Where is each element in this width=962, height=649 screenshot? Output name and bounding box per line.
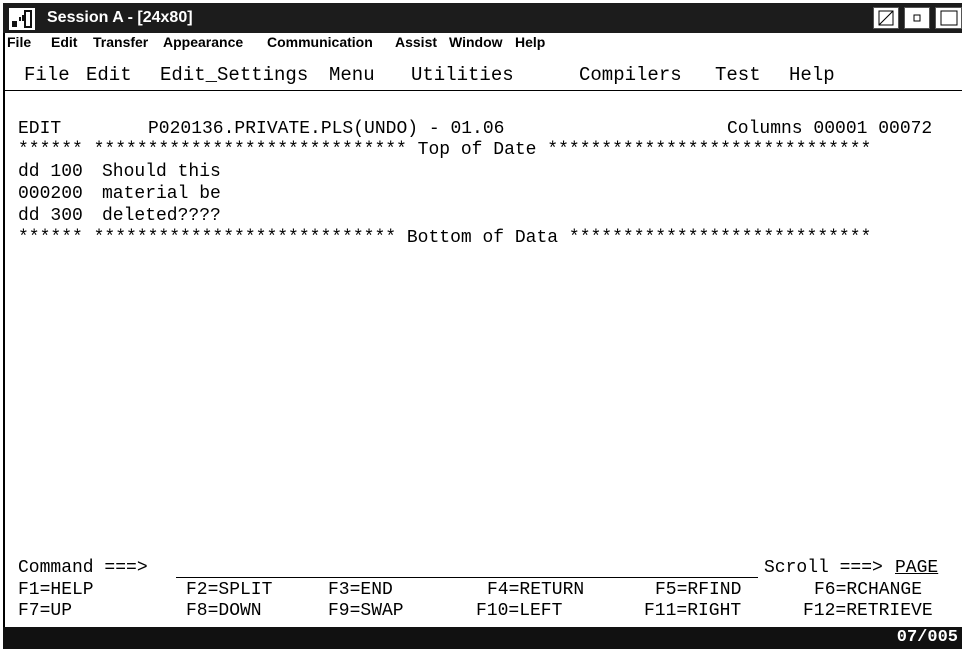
window-title: Session A - [24x80] [47, 9, 193, 26]
maximize-button[interactable] [935, 7, 962, 29]
cursor-position: 07/005 [896, 628, 958, 647]
restore-button[interactable] [904, 7, 930, 29]
ispf-action-bar: File Edit Edit_Settings Menu Utilities C… [5, 52, 962, 91]
line-prefix[interactable]: 000200 [18, 184, 83, 204]
minimize-button[interactable] [873, 7, 899, 29]
dataset-name: P020136.PRIVATE.PLS(UNDO) - 01.06 [148, 119, 505, 139]
fkey-f7[interactable]: F7=UP [18, 601, 72, 621]
ispf-menu-edit-settings[interactable]: Edit_Settings [160, 64, 308, 86]
ispf-menu-test[interactable]: Test [715, 64, 761, 86]
fkey-f3[interactable]: F3=END [328, 580, 393, 600]
title-bar: Session A - [24x80] [3, 3, 962, 33]
columns-indicator: Columns 00001 00072 [727, 119, 933, 139]
fkey-f12[interactable]: F12=RETRIEVE [803, 601, 933, 621]
fkey-f4[interactable]: F4=RETURN [487, 580, 584, 600]
app-menu-bar: File Edit Transfer Appearance Communicat… [5, 34, 962, 52]
menu-help[interactable]: Help [515, 34, 545, 50]
scroll-label: Scroll ===> [764, 558, 883, 578]
command-label: Command ===> [18, 558, 148, 578]
fkey-f8[interactable]: F8=DOWN [186, 601, 262, 621]
command-input-underline [176, 577, 758, 578]
menu-communication[interactable]: Communication [267, 34, 373, 50]
terminal-frame [3, 3, 962, 649]
fkey-f1[interactable]: F1=HELP [18, 580, 94, 600]
ispf-menu-menu[interactable]: Menu [329, 64, 375, 86]
status-bar: 07/005 [3, 627, 962, 649]
fkey-f5[interactable]: F5=RFIND [655, 580, 741, 600]
menu-appearance[interactable]: Appearance [163, 34, 243, 50]
line-text[interactable]: material be [102, 184, 221, 204]
line-text[interactable]: Should this [102, 162, 221, 182]
bottom-of-data-line: ****** **************************** Bott… [18, 228, 872, 248]
menu-edit[interactable]: Edit [51, 34, 77, 50]
ispf-menu-utilities[interactable]: Utilities [411, 64, 514, 86]
menu-file[interactable]: File [7, 34, 31, 50]
fkey-f11[interactable]: F11=RIGHT [644, 601, 741, 621]
scroll-amount-field[interactable]: PAGE [895, 558, 938, 578]
top-of-data-line: ****** ***************************** Top… [18, 140, 872, 160]
ispf-menu-file[interactable]: File [24, 64, 70, 86]
ispf-menu-edit[interactable]: Edit [86, 64, 132, 86]
ispf-menu-compilers[interactable]: Compilers [579, 64, 682, 86]
menu-assist[interactable]: Assist [395, 34, 437, 50]
fkey-f10[interactable]: F10=LEFT [476, 601, 562, 621]
command-input[interactable] [176, 558, 756, 578]
line-prefix[interactable]: dd 300 [18, 206, 83, 226]
fkey-f2[interactable]: F2=SPLIT [186, 580, 272, 600]
menu-transfer[interactable]: Transfer [93, 34, 148, 50]
line-text[interactable]: deleted???? [102, 206, 221, 226]
line-prefix[interactable]: dd 100 [18, 162, 83, 182]
ispf-menu-help[interactable]: Help [789, 64, 835, 86]
fkey-f9[interactable]: F9=SWAP [328, 601, 404, 621]
terminal-app-icon[interactable] [9, 8, 35, 30]
fkey-f6[interactable]: F6=RCHANGE [814, 580, 922, 600]
menu-window[interactable]: Window [449, 34, 503, 50]
edit-mode-label: EDIT [18, 119, 62, 139]
